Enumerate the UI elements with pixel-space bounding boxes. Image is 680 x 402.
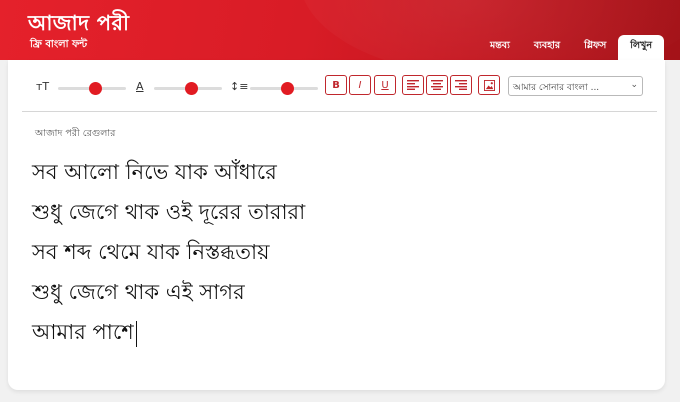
tab-comments[interactable]: মন্তব্য [478, 35, 522, 60]
align-left-button[interactable] [402, 75, 424, 95]
editor-line-last: আমার পাশে [32, 312, 642, 352]
underline-button[interactable]: U [374, 75, 396, 95]
sample-text-select[interactable]: আমার সোনার বাংলা ... ⌄ [508, 76, 643, 96]
line-spacing-icon: ↕≡ [230, 80, 249, 93]
editor-line: শুধু জেগে থাক ওই দূরের তারারা [32, 200, 306, 224]
font-name-label: আজাদ পরী রেগুলার [35, 128, 116, 139]
align-center-button[interactable] [426, 75, 448, 95]
editor-line: শুধু জেগে থাক এই সাগর [32, 280, 245, 304]
page: আজাদ পরী ফ্রি বাংলা ফন্ট মন্তব্য ব্যবহার… [0, 0, 680, 402]
align-center-icon [431, 80, 443, 90]
line-spacing-slider[interactable] [250, 82, 318, 95]
editor-line: সব শব্দ থেমে যাক নিস্তব্ধতায় [32, 240, 270, 264]
bold-button[interactable]: B [325, 75, 347, 95]
editor-card: ᴛT A ↕≡ B I U আমার সোনার বাংলা ... ⌄ আজা… [8, 60, 665, 390]
editor-line-text: আমার পাশে [32, 320, 134, 344]
header-banner: আজাদ পরী ফ্রি বাংলা ফন্ট মন্তব্য ব্যবহার… [0, 0, 680, 60]
editor-line: সব আলো নিভে যাক আঁধারে [32, 160, 277, 184]
align-right-button[interactable] [450, 75, 472, 95]
text-color-icon: A [136, 80, 144, 93]
chevron-down-icon: ⌄ [630, 80, 638, 90]
image-icon [483, 79, 495, 91]
font-size-slider-knob[interactable] [88, 82, 102, 95]
toolbar-divider [22, 111, 657, 112]
app-subtitle: ফ্রি বাংলা ফন্ট [30, 39, 88, 50]
sample-text-select-value: আমার সোনার বাংলা ... [513, 83, 600, 93]
tab-glyphs[interactable]: গ্লিফস [572, 35, 618, 60]
toolbar: ᴛT A ↕≡ B I U আমার সোনার বাংলা ... ⌄ [8, 60, 665, 112]
tab-usage[interactable]: ব্যবহার [522, 35, 572, 60]
line-spacing-slider-knob[interactable] [280, 82, 294, 95]
italic-button[interactable]: I [349, 75, 371, 95]
text-color-slider[interactable] [154, 82, 222, 95]
image-export-button[interactable] [478, 75, 500, 95]
tab-write[interactable]: লিখুন [618, 35, 664, 60]
tab-bar: মন্তব্য ব্যবহার গ্লিফস লিখুন [478, 35, 664, 60]
align-right-icon [455, 80, 467, 90]
font-size-slider[interactable] [58, 82, 126, 95]
text-editor[interactable]: সব আলো নিভে যাক আঁধারে শুধু জেগে থাক ওই … [32, 152, 642, 352]
font-size-icon: ᴛT [36, 80, 50, 93]
text-caret [135, 320, 137, 347]
text-color-slider-knob[interactable] [184, 82, 198, 95]
align-left-icon [407, 80, 419, 90]
